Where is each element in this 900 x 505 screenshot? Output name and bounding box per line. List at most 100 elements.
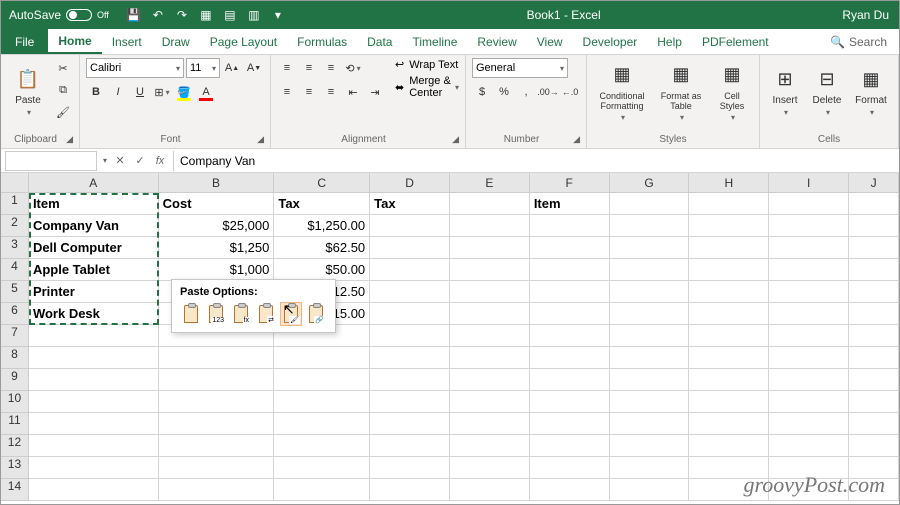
- cell[interactable]: [29, 325, 159, 347]
- currency-icon[interactable]: $: [472, 82, 492, 102]
- col-header[interactable]: D: [370, 173, 450, 193]
- qat-dropdown-icon[interactable]: ▾: [267, 4, 289, 26]
- cell[interactable]: [370, 369, 450, 391]
- cell[interactable]: [769, 391, 849, 413]
- col-header[interactable]: H: [689, 173, 769, 193]
- increase-decimal-icon[interactable]: .00→: [538, 82, 558, 102]
- cell[interactable]: [450, 369, 530, 391]
- cell[interactable]: $50.00: [274, 259, 370, 281]
- font-color-icon[interactable]: A: [196, 82, 216, 102]
- cell[interactable]: [274, 457, 370, 479]
- cell[interactable]: [849, 435, 899, 457]
- cell[interactable]: [370, 413, 450, 435]
- cell[interactable]: [29, 457, 159, 479]
- cell[interactable]: [370, 281, 450, 303]
- cell[interactable]: [689, 325, 769, 347]
- cell[interactable]: [849, 281, 899, 303]
- cell[interactable]: [769, 193, 849, 215]
- cell[interactable]: [530, 281, 610, 303]
- row-header[interactable]: 2: [1, 215, 29, 237]
- format-painter-icon[interactable]: 🖌: [53, 102, 73, 122]
- cell[interactable]: $1,000: [159, 259, 275, 281]
- cell[interactable]: [159, 413, 275, 435]
- insert-cells-button[interactable]: ⊞ Insert▾: [766, 58, 804, 124]
- cell[interactable]: $25,000: [159, 215, 275, 237]
- cell[interactable]: [530, 479, 610, 501]
- row-header[interactable]: 7: [1, 325, 29, 347]
- qat-icon[interactable]: ▦: [195, 4, 217, 26]
- cell[interactable]: [450, 325, 530, 347]
- wrap-text-button[interactable]: ↩ Wrap Text: [395, 58, 459, 71]
- delete-cells-button[interactable]: ⊟ Delete▾: [808, 58, 846, 124]
- tab-review[interactable]: Review: [467, 29, 526, 54]
- underline-button[interactable]: U: [130, 82, 150, 102]
- cell[interactable]: [849, 259, 899, 281]
- cell[interactable]: [610, 303, 690, 325]
- format-cells-button[interactable]: ▦ Format▾: [850, 58, 892, 124]
- autosave-toggle[interactable]: AutoSave Off: [1, 8, 117, 22]
- cell[interactable]: [450, 435, 530, 457]
- cell[interactable]: [450, 413, 530, 435]
- cell[interactable]: [29, 391, 159, 413]
- cell[interactable]: [610, 435, 690, 457]
- cell[interactable]: [370, 259, 450, 281]
- cell[interactable]: [849, 237, 899, 259]
- cell[interactable]: [530, 303, 610, 325]
- col-header[interactable]: C: [274, 173, 370, 193]
- cell[interactable]: [769, 303, 849, 325]
- cell[interactable]: [610, 215, 690, 237]
- cut-icon[interactable]: ✂: [53, 58, 73, 78]
- cell[interactable]: [370, 215, 450, 237]
- decrease-decimal-icon[interactable]: ←.0: [560, 82, 580, 102]
- tab-help[interactable]: Help: [647, 29, 692, 54]
- cell[interactable]: Cost: [159, 193, 275, 215]
- col-header[interactable]: B: [159, 173, 275, 193]
- cell[interactable]: [450, 391, 530, 413]
- cell[interactable]: [370, 325, 450, 347]
- paste-option-transpose[interactable]: ⇄: [255, 302, 277, 326]
- cell[interactable]: Dell Computer: [29, 237, 159, 259]
- row-header[interactable]: 6: [1, 303, 29, 325]
- dialog-launcher-icon[interactable]: ◢: [452, 134, 459, 145]
- cancel-icon[interactable]: ✕: [111, 154, 129, 167]
- tab-pdfelement[interactable]: PDFelement: [692, 29, 779, 54]
- cell[interactable]: Printer: [29, 281, 159, 303]
- cell[interactable]: [610, 259, 690, 281]
- cell[interactable]: [29, 479, 159, 501]
- cell[interactable]: Tax: [274, 193, 370, 215]
- cell[interactable]: [450, 303, 530, 325]
- cell[interactable]: [689, 281, 769, 303]
- cell[interactable]: $1,250.00: [274, 215, 370, 237]
- paste-option-link[interactable]: 🔗: [305, 302, 327, 326]
- cell[interactable]: [849, 303, 899, 325]
- cell[interactable]: [159, 347, 275, 369]
- cell[interactable]: Apple Tablet: [29, 259, 159, 281]
- paste-option-formulas[interactable]: fx: [230, 302, 252, 326]
- col-header[interactable]: F: [530, 173, 610, 193]
- cell[interactable]: [370, 479, 450, 501]
- merge-center-button[interactable]: ⬌ Merge & Center▾: [395, 75, 459, 99]
- cell[interactable]: [769, 215, 849, 237]
- cell[interactable]: [370, 457, 450, 479]
- number-format-combo[interactable]: General▾: [472, 58, 568, 78]
- row-header[interactable]: 11: [1, 413, 29, 435]
- font-name-combo[interactable]: Calibri▾: [86, 58, 184, 78]
- cell[interactable]: [769, 347, 849, 369]
- cell[interactable]: [450, 479, 530, 501]
- cell[interactable]: [530, 435, 610, 457]
- cell[interactable]: [159, 435, 275, 457]
- cell[interactable]: [530, 457, 610, 479]
- copy-icon[interactable]: ⧉: [53, 80, 73, 100]
- cell[interactable]: [769, 325, 849, 347]
- orientation-icon[interactable]: ⟲▾: [343, 58, 363, 78]
- cell[interactable]: [159, 369, 275, 391]
- cell[interactable]: [769, 413, 849, 435]
- tab-page-layout[interactable]: Page Layout: [200, 29, 287, 54]
- cell[interactable]: [530, 391, 610, 413]
- fill-color-icon[interactable]: 🪣: [174, 82, 194, 102]
- italic-button[interactable]: I: [108, 82, 128, 102]
- tab-draw[interactable]: Draw: [152, 29, 200, 54]
- cell[interactable]: Company Van: [29, 215, 159, 237]
- cell[interactable]: [769, 237, 849, 259]
- row-header[interactable]: 10: [1, 391, 29, 413]
